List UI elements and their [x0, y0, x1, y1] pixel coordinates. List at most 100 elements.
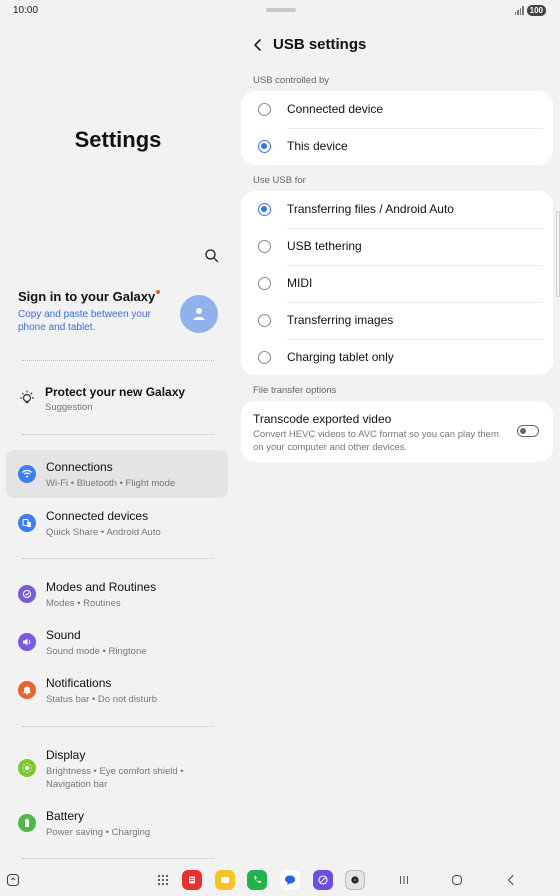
- menu-item-battery[interactable]: Battery Power saving • Charging: [6, 799, 228, 847]
- option-usb-tethering[interactable]: USB tethering: [241, 228, 553, 265]
- messages-icon[interactable]: [280, 870, 300, 890]
- option-this-device[interactable]: This device: [241, 128, 553, 165]
- home-button[interactable]: [449, 872, 465, 888]
- menu-subtitle: Power saving • Charging: [46, 827, 151, 838]
- option-charging-only[interactable]: Charging tablet only: [241, 339, 553, 376]
- menu-title: Connections: [46, 460, 113, 474]
- option-label: USB tethering: [287, 239, 362, 253]
- divider: [22, 360, 214, 361]
- wifi-icon: [18, 465, 36, 483]
- settings-list-panel: Settings Sign in to your Galaxy Copy and…: [0, 24, 236, 864]
- divider: [22, 558, 214, 559]
- back-button[interactable]: [251, 37, 265, 53]
- menu-subtitle: Quick Share • Android Auto: [46, 527, 161, 538]
- option-transferring-files[interactable]: Transferring files / Android Auto: [241, 191, 553, 228]
- search-button[interactable]: [202, 246, 222, 266]
- notes-icon[interactable]: [215, 870, 235, 890]
- transcode-description: Convert HEVC videos to AVC format so you…: [253, 429, 499, 453]
- menu-subtitle: Status bar • Do not disturb: [46, 694, 158, 705]
- recents-button[interactable]: [396, 872, 412, 888]
- account-title-text: Sign in to your Galaxy: [18, 289, 156, 304]
- status-icons: 100: [514, 5, 546, 16]
- radio-button-selected[interactable]: [258, 140, 271, 153]
- divider: [22, 434, 214, 435]
- divider: [22, 858, 214, 859]
- screen-capture-button[interactable]: [5, 872, 21, 888]
- option-label: Transferring files / Android Auto: [287, 202, 454, 216]
- menu-title: Connected devices: [46, 509, 149, 523]
- nav-back-button[interactable]: [503, 872, 519, 888]
- section-label-controlled-by: USB controlled by: [253, 75, 330, 86]
- transcode-toggle[interactable]: [517, 425, 539, 437]
- home-icon: [451, 874, 463, 886]
- option-label: MIDI: [287, 276, 313, 290]
- menu-title: Notifications: [46, 676, 112, 690]
- menu-title: Battery: [46, 809, 85, 823]
- page-title: Settings: [74, 127, 162, 152]
- person-icon: [193, 308, 205, 320]
- scrollbar-handle[interactable]: [556, 211, 560, 297]
- controlled-by-card: Connected device This device: [241, 91, 553, 165]
- menu-subtitle: Sound mode • Ringtone: [46, 646, 147, 657]
- sound-icon: [18, 633, 36, 651]
- devices-icon: [18, 514, 36, 532]
- avatar[interactable]: [180, 295, 218, 333]
- section-label-file-transfer: File transfer options: [253, 385, 337, 396]
- menu-item-display[interactable]: Display Brightness • Eye comfort shield …: [6, 738, 228, 800]
- menu-subtitle: Modes • Routines: [46, 598, 121, 609]
- app-drawer-icon: [157, 874, 169, 886]
- bell-icon: [18, 681, 36, 699]
- divider: [22, 726, 214, 727]
- option-label: Charging tablet only: [287, 350, 394, 364]
- menu-title: Display: [46, 748, 86, 762]
- menu-item-connected-devices[interactable]: Connected devices Quick Share • Android …: [6, 499, 228, 547]
- option-transferring-images[interactable]: Transferring images: [241, 302, 553, 339]
- menu-item-connections[interactable]: Connections Wi-Fi • Bluetooth • Flight m…: [6, 450, 228, 498]
- phone-icon[interactable]: [247, 870, 267, 890]
- menu-subtitle: Wi-Fi • Bluetooth • Flight mode: [46, 478, 176, 489]
- account-subtitle: Copy and paste between your phone and ta…: [18, 309, 151, 333]
- signal-icon: [514, 6, 524, 15]
- menu-item-notifications[interactable]: Notifications Status bar • Do not distur…: [6, 666, 228, 714]
- menu-item-modes-routines[interactable]: Modes and Routines Modes • Routines: [6, 570, 228, 618]
- option-connected-device[interactable]: Connected device: [241, 91, 553, 128]
- capture-icon: [6, 873, 20, 887]
- option-midi[interactable]: MIDI: [241, 265, 553, 302]
- radio-button[interactable]: [258, 314, 271, 327]
- status-time: 10:00: [13, 5, 39, 16]
- recents-icon: [399, 876, 409, 884]
- menu-item-sound[interactable]: Sound Sound mode • Ringtone: [6, 618, 228, 666]
- suggestion-protect[interactable]: Protect your new Galaxy Suggestion: [18, 385, 228, 419]
- menu-title: Sound: [46, 628, 81, 642]
- menu-title: Modes and Routines: [46, 580, 157, 594]
- menu-subtitle: Brightness • Eye comfort shield • Naviga…: [46, 766, 184, 790]
- internet-icon[interactable]: [313, 870, 333, 890]
- lightbulb-icon: [20, 390, 34, 404]
- flipboard-icon[interactable]: [182, 870, 202, 890]
- app-drawer-button[interactable]: [155, 872, 171, 888]
- radio-button[interactable]: [258, 277, 271, 290]
- option-label: Connected device: [287, 102, 384, 116]
- drag-handle[interactable]: [266, 8, 296, 12]
- search-icon: [205, 249, 219, 263]
- option-label: This device: [287, 139, 348, 153]
- radio-button[interactable]: [258, 351, 271, 364]
- use-usb-for-card: Transferring files / Android Auto USB te…: [241, 191, 553, 375]
- battery-icon: [18, 814, 36, 832]
- camera-icon[interactable]: [345, 870, 365, 890]
- suggestion-title: Protect your new Galaxy: [45, 385, 186, 399]
- status-bar: 10:00 100: [0, 0, 560, 24]
- account-signin[interactable]: Sign in to your Galaxy Copy and paste be…: [18, 289, 228, 349]
- transcode-card[interactable]: Transcode exported video Convert HEVC vi…: [241, 401, 553, 462]
- usb-settings-title: USB settings: [273, 36, 367, 53]
- modes-icon: [18, 585, 36, 603]
- radio-button[interactable]: [258, 103, 271, 116]
- radio-button[interactable]: [258, 240, 271, 253]
- back-icon: [507, 874, 514, 886]
- radio-button-selected[interactable]: [258, 203, 271, 216]
- section-label-use-usb-for: Use USB for: [253, 175, 306, 186]
- battery-level: 100: [526, 5, 546, 16]
- suggestion-subtitle: Suggestion: [45, 402, 93, 413]
- option-label: Transferring images: [287, 313, 394, 327]
- notification-dot: [156, 290, 161, 294]
